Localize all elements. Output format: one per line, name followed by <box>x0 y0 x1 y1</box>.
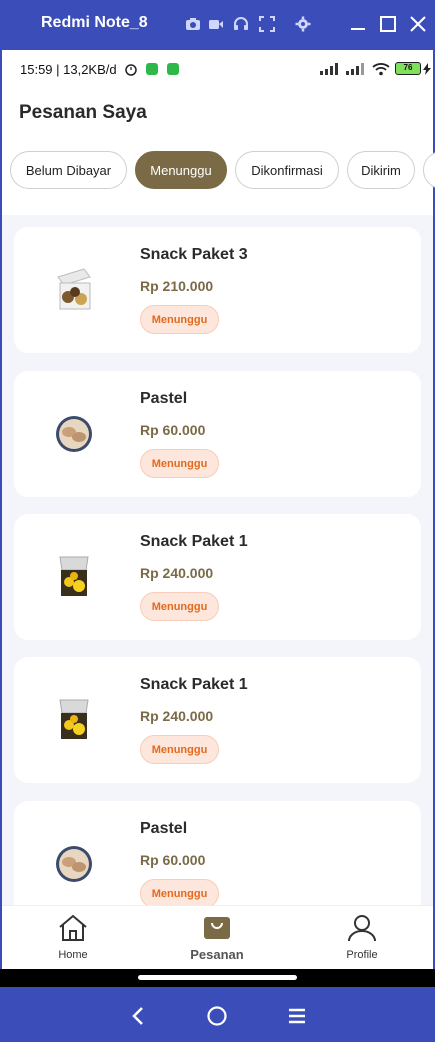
product-name: Pastel <box>140 390 188 407</box>
charging-icon <box>423 63 431 75</box>
order-list: Snack Paket 3 Rp 210.000 Menunggu Pastel… <box>2 215 433 905</box>
wifi-icon <box>372 63 390 76</box>
tab-dikonfirmasi[interactable]: Dikonfirmasi <box>235 151 339 189</box>
shopping-bag-icon <box>204 917 230 939</box>
snack-box-image <box>59 699 89 739</box>
nav-orders[interactable]: Pesanan <box>177 914 257 962</box>
user-icon <box>348 915 376 942</box>
product-price: Rp 240.000 <box>140 708 214 724</box>
headphones-icon[interactable] <box>233 16 249 32</box>
tab-more[interactable] <box>423 151 435 189</box>
product-name: Snack Paket 1 <box>140 533 248 550</box>
home-circle-icon[interactable] <box>206 1005 228 1027</box>
order-card[interactable]: Pastel Rp 60.000 Menunggu <box>14 801 421 905</box>
status-bar: 15:59 | 13,2KB/d 76 <box>2 50 433 88</box>
product-price: Rp 60.000 <box>140 852 206 868</box>
product-name: Snack Paket 1 <box>140 676 248 693</box>
signal-icon <box>320 63 338 75</box>
nav-orders-label: Pesanan <box>190 947 244 962</box>
nav-home[interactable]: Home <box>33 914 113 961</box>
minimize-icon[interactable] <box>349 15 367 33</box>
nav-profile-label: Profile <box>346 949 378 961</box>
notification-icon <box>146 63 158 75</box>
status-badge: Menunggu <box>140 592 219 621</box>
fullscreen-icon[interactable] <box>259 16 275 32</box>
pastel-plate-image <box>56 846 92 882</box>
home-icon <box>59 914 87 941</box>
tab-dikirim[interactable]: Dikirim <box>347 151 415 189</box>
home-indicator[interactable] <box>138 975 297 980</box>
nav-home-label: Home <box>58 949 88 961</box>
window-title: Redmi Note_8 <box>41 14 148 31</box>
signal-icon <box>346 63 364 75</box>
video-icon[interactable] <box>208 16 224 32</box>
status-badge: Menunggu <box>140 305 219 334</box>
notification-icon <box>167 63 179 75</box>
order-card[interactable]: Snack Paket 1 Rp 240.000 Menunggu <box>14 514 421 640</box>
bottom-navigation: Home Pesanan Profile <box>2 905 433 969</box>
snack-box-image <box>59 556 89 596</box>
status-badge: Menunggu <box>140 449 219 478</box>
maximize-icon[interactable] <box>379 15 397 33</box>
snack-box-image <box>57 268 91 310</box>
order-card[interactable]: Snack Paket 3 Rp 210.000 Menunggu <box>14 227 421 353</box>
status-time: 15:59 | 13,2KB/d <box>20 62 117 77</box>
gesture-area <box>0 969 435 987</box>
alarm-icon <box>125 64 137 76</box>
battery-indicator: 76 <box>395 62 421 75</box>
page-title: Pesanan Saya <box>19 102 147 123</box>
status-badge: Menunggu <box>140 879 219 905</box>
window-titlebar: Redmi Note_8 <box>0 0 435 50</box>
menu-icon[interactable] <box>286 1005 308 1027</box>
close-icon[interactable] <box>409 15 427 33</box>
camera-icon[interactable] <box>185 16 201 32</box>
gear-icon[interactable] <box>295 16 311 32</box>
order-status-tabs: Belum Dibayar Menunggu Dikonfirmasi Diki… <box>10 151 435 189</box>
product-price: Rp 210.000 <box>140 278 214 294</box>
product-price: Rp 240.000 <box>140 565 214 581</box>
tab-belum-dibayar[interactable]: Belum Dibayar <box>10 151 127 189</box>
product-name: Snack Paket 3 <box>140 246 248 263</box>
product-price: Rp 60.000 <box>140 422 206 438</box>
order-card[interactable]: Snack Paket 1 Rp 240.000 Menunggu <box>14 657 421 783</box>
pastel-plate-image <box>56 416 92 452</box>
status-badge: Menunggu <box>140 735 219 764</box>
nav-profile[interactable]: Profile <box>322 914 402 961</box>
order-card[interactable]: Pastel Rp 60.000 Menunggu <box>14 371 421 497</box>
tab-menunggu[interactable]: Menunggu <box>135 151 227 189</box>
product-name: Pastel <box>140 820 188 837</box>
system-navigation-bar <box>0 987 435 1042</box>
back-icon[interactable] <box>127 1005 149 1027</box>
